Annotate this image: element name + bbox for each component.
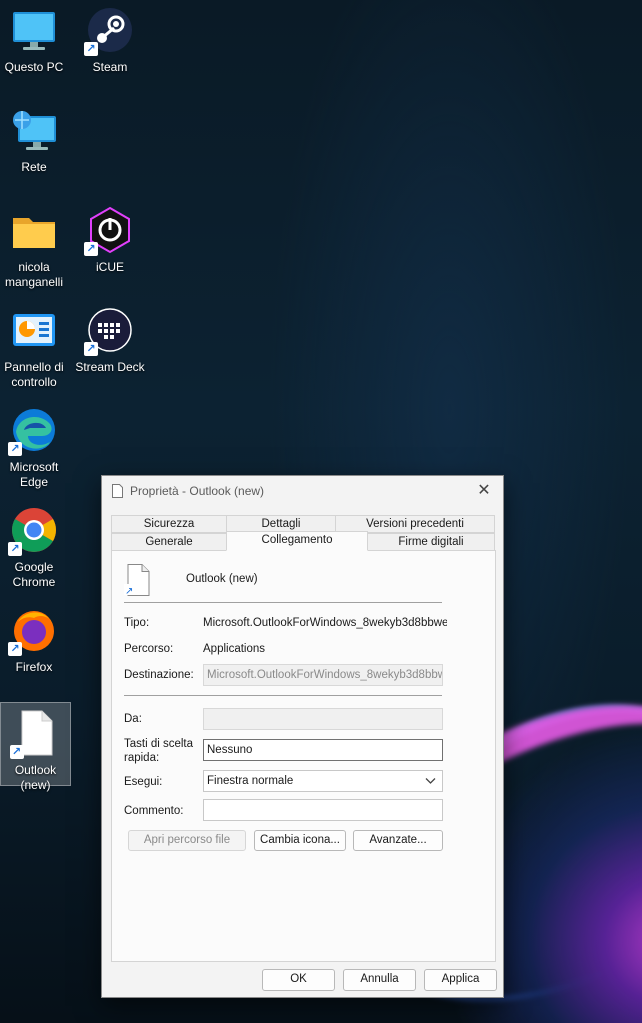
firefox-icon: ↗	[8, 606, 58, 656]
dialog-title: Proprietà - Outlook (new)	[130, 484, 265, 498]
desktop-icon-label: Steam	[92, 60, 128, 74]
svg-text:↗: ↗	[125, 586, 133, 596]
control-panel-icon	[10, 306, 58, 354]
desktop-icon-label: Rete	[21, 160, 47, 174]
annulla-button[interactable]: Annulla	[343, 969, 416, 991]
desktop-icon-label: iCUE	[95, 260, 124, 274]
desktop-icon-outlook-new[interactable]: ↗ Outlook (new)	[0, 702, 71, 792]
stream-deck-icon: ↗	[84, 306, 134, 356]
desktop-icon-stream-deck[interactable]: ↗ Stream Deck	[74, 300, 146, 375]
shortcut-arrow-icon: ↗	[84, 42, 98, 56]
shortcut-arrow-icon: ↗	[84, 342, 98, 356]
chevron-down-icon	[425, 774, 436, 791]
tasti-label-line2: rapida:	[124, 752, 160, 764]
desktop-icon-label: Pannello di controllo	[4, 360, 64, 389]
network-icon	[10, 106, 58, 154]
desktop-icon-label: Google Chrome	[12, 560, 56, 589]
close-icon[interactable]: ✕	[473, 480, 495, 502]
tasti-scelta-rapida-field[interactable]: Nessuno	[203, 739, 443, 761]
shortcut-arrow-icon: ↗	[84, 242, 98, 256]
esegui-select[interactable]: Finestra normale	[203, 770, 443, 792]
desktop-icon-label: nicola manganelli	[4, 260, 64, 289]
desktop-icon-pannello-di-controllo[interactable]: Pannello di controllo	[0, 300, 70, 390]
properties-dialog: Proprietà - Outlook (new) ✕ Sicurezza De…	[101, 475, 504, 998]
folder-icon	[10, 206, 58, 254]
avanzate-button[interactable]: Avanzate...	[353, 830, 443, 851]
desktop-icon-rete[interactable]: Rete	[0, 100, 70, 175]
separator	[124, 602, 442, 603]
desktop-icon-label: Stream Deck	[75, 360, 145, 374]
commento-field[interactable]	[203, 799, 443, 821]
da-label: Da:	[124, 713, 142, 725]
da-field	[203, 708, 443, 730]
desktop-icon-steam[interactable]: ↗ Steam	[74, 0, 146, 75]
monitor-icon	[10, 6, 58, 54]
separator	[124, 695, 442, 696]
shortcut-name: Outlook (new)	[186, 573, 258, 585]
icue-icon: ↗	[84, 206, 134, 256]
percorso-label: Percorso:	[124, 643, 174, 655]
shortcut-arrow-icon: ↗	[8, 642, 22, 656]
edge-icon: ↗	[8, 406, 58, 456]
percorso-value: Applications	[203, 643, 266, 655]
document-icon: ↗	[124, 564, 152, 597]
apri-percorso-file-button[interactable]: Apri percorso file	[128, 830, 246, 851]
destinazione-label: Destinazione:	[124, 669, 194, 681]
tab-collegamento[interactable]: Collegamento	[226, 531, 368, 551]
title-bar[interactable]: Proprietà - Outlook (new) ✕	[102, 476, 503, 506]
desktop-icon-google-chrome[interactable]: ↗ Google Chrome	[0, 500, 70, 590]
desktop-icon-label: Microsoft Edge	[9, 460, 59, 489]
tab-generale[interactable]: Generale	[111, 533, 227, 551]
cambia-icona-button[interactable]: Cambia icona...	[254, 830, 346, 851]
tasti-label: Tasti di scelta	[124, 738, 194, 750]
desktop-icon-icue[interactable]: ↗ iCUE	[74, 200, 146, 275]
shortcut-arrow-icon: ↗	[8, 542, 22, 556]
tipo-label: Tipo:	[124, 617, 150, 629]
destinazione-field: Microsoft.OutlookForWindows_8wekyb3d8bbw…	[203, 664, 443, 686]
desktop-icon-label: Questo PC	[4, 60, 64, 74]
chrome-icon: ↗	[8, 506, 58, 556]
document-icon: ↗	[9, 709, 60, 759]
tab-sicurezza[interactable]: Sicurezza	[111, 515, 227, 533]
desktop-icon-microsoft-edge[interactable]: ↗ Microsoft Edge	[0, 400, 70, 490]
document-icon	[112, 484, 123, 498]
tab-panel-collegamento: ↗ Outlook (new) Tipo: Microsoft.OutlookF…	[111, 550, 496, 962]
applica-button[interactable]: Applica	[424, 969, 497, 991]
steam-icon: ↗	[84, 6, 134, 56]
desktop-icon-questo-pc[interactable]: Questo PC	[0, 0, 70, 75]
shortcut-arrow-icon: ↗	[9, 745, 24, 759]
commento-label: Commento:	[124, 805, 184, 817]
desktop-icon-label: Firefox	[15, 660, 53, 674]
shortcut-arrow-icon: ↗	[8, 442, 22, 456]
desktop-icon-nicola-manganelli[interactable]: nicola manganelli	[0, 200, 70, 290]
tipo-value: Microsoft.OutlookForWindows_8wekyb3d8bbw…	[203, 617, 447, 629]
desktop-icon-label: Outlook (new)	[14, 763, 57, 792]
tab-firme-digitali[interactable]: Firme digitali	[367, 533, 495, 551]
esegui-label: Esegui:	[124, 776, 163, 788]
ok-button[interactable]: OK	[262, 969, 335, 991]
desktop-icon-firefox[interactable]: ↗ Firefox	[0, 600, 70, 675]
esegui-value: Finestra normale	[207, 775, 294, 787]
